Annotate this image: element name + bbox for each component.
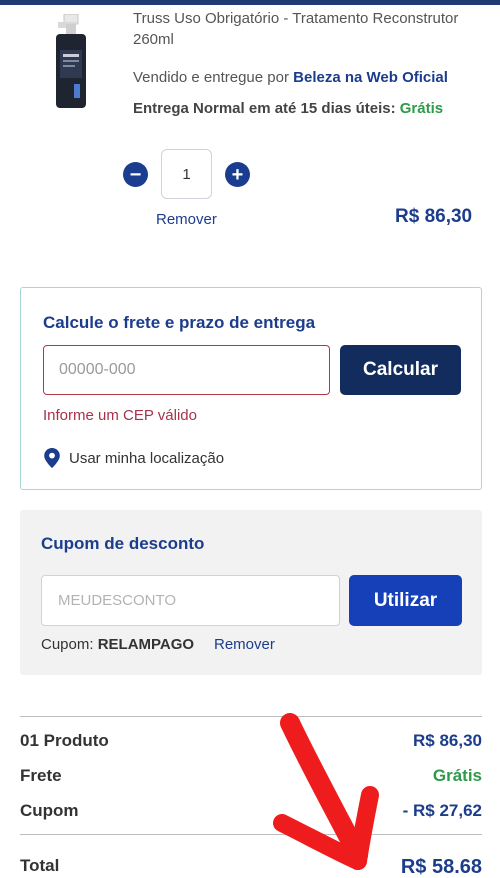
- cep-error-message: Informe um CEP válido: [43, 407, 197, 424]
- applied-coupon: Cupom: RELAMPAGO: [41, 636, 194, 653]
- seller-prefix: Vendido e entregue por: [133, 69, 294, 86]
- total-label: Total: [20, 856, 60, 875]
- seller-info: Vendido e entregue por Beleza na Web Ofi…: [133, 69, 448, 86]
- products-label: 01 Produto: [20, 731, 109, 750]
- summary-total-row: Total R$ 58.68: [20, 856, 482, 878]
- remove-coupon-link[interactable]: Remover: [214, 636, 275, 653]
- coupon-discount-value: - R$ 27,62: [402, 801, 482, 820]
- shipping-title: Calcule o frete e prazo de entrega: [43, 313, 316, 332]
- apply-coupon-button[interactable]: Utilizar: [349, 575, 462, 626]
- quantity-increase-button[interactable]: +: [225, 162, 250, 187]
- location-pin-icon: [44, 448, 60, 468]
- quantity-decrease-button[interactable]: −: [123, 162, 148, 187]
- cep-input[interactable]: [43, 345, 330, 395]
- coupon-input[interactable]: [41, 575, 340, 626]
- summary-divider-bottom: [20, 834, 482, 835]
- shipping-value: Grátis: [432, 766, 482, 785]
- coupon-label: Cupom: [20, 801, 79, 820]
- coupon-title: Cupom de desconto: [41, 534, 205, 553]
- minus-icon: −: [129, 163, 142, 186]
- plus-icon: +: [231, 163, 244, 186]
- seller-name[interactable]: Beleza na Web Oficial: [293, 69, 448, 86]
- delivery-info: Entrega Normal em até 15 dias úteis: Grá…: [133, 100, 443, 117]
- summary-shipping-row: Frete Grátis: [20, 766, 482, 786]
- calculate-button[interactable]: Calcular: [340, 345, 461, 395]
- coupon-section: Cupom de desconto Utilizar Cupom: RELAMP…: [20, 510, 482, 675]
- quantity-field[interactable]: 1: [161, 149, 212, 199]
- remove-product-link[interactable]: Remover: [156, 211, 217, 228]
- summary-coupon-row: Cupom - R$ 27,62: [20, 801, 482, 821]
- delivery-free: Grátis: [399, 100, 444, 117]
- products-value: R$ 86,30: [413, 731, 482, 750]
- total-value: R$ 58.68: [400, 856, 482, 878]
- shipping-label: Frete: [20, 766, 62, 785]
- use-location-label: Usar minha localização: [69, 449, 225, 467]
- product-image[interactable]: [52, 14, 90, 110]
- shipping-calculator: Calcule o frete e prazo de entrega Calcu…: [20, 287, 482, 490]
- delivery-prefix: Entrega Normal em até 15 dias úteis:: [133, 100, 400, 117]
- summary-divider-top: [20, 716, 482, 717]
- applied-coupon-prefix: Cupom:: [41, 636, 98, 653]
- top-bar: [0, 0, 500, 5]
- summary-products-row: 01 Produto R$ 86,30: [20, 731, 482, 751]
- product-name[interactable]: Truss Uso Obrigatório - Tratamento Recon…: [133, 8, 483, 50]
- applied-coupon-code: RELAMPAGO: [97, 636, 195, 653]
- use-location-link[interactable]: Usar minha localização: [43, 448, 224, 468]
- product-price: R$ 86,30: [395, 206, 473, 227]
